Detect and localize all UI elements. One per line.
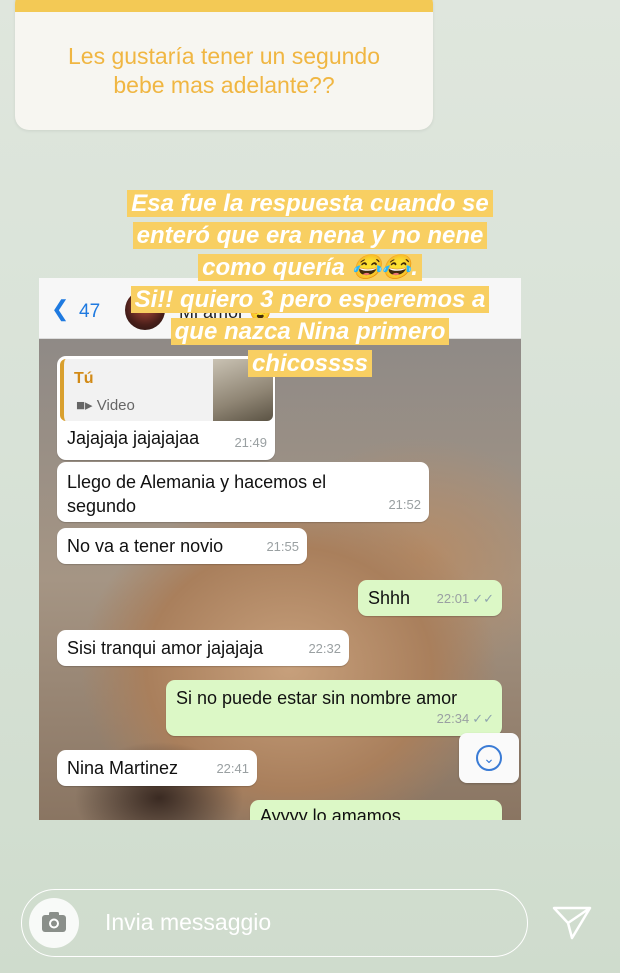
- message-bubble-5: Sisi tranqui amor jajajaja 22:32: [57, 630, 349, 666]
- chevron-left-icon: ❮: [51, 296, 70, 321]
- quote-type-label: Video: [96, 397, 135, 414]
- message-bubble-2: Llego de Alemania y hacemos el segundo 2…: [57, 462, 429, 522]
- message-text: Sisi tranqui amor jajajaja: [67, 638, 264, 658]
- message-text: Jajajaja jajajajaa: [67, 428, 200, 448]
- send-icon: [552, 906, 592, 940]
- message-time-value: 22:34: [436, 711, 470, 726]
- message-bubble-8: Ayyyy lo amamos: [250, 800, 502, 820]
- camera-icon: [42, 912, 66, 932]
- message-time: 22:01 ✓✓: [437, 587, 494, 611]
- quote-type: ■▸ Video: [76, 394, 135, 418]
- message-bubble-1: Tú ■▸ Video Jajajaja jajajajaa 21:49: [57, 356, 275, 460]
- question-text: Les gustaría tener un segundo bebe mas a…: [15, 42, 433, 100]
- chat-header: ❮ 47 Mi amor 😍: [39, 278, 521, 339]
- question-line-2: bebe mas adelante??: [113, 72, 335, 98]
- contact-name: Mi amor 😍: [179, 302, 272, 322]
- quote-sender: Tú: [74, 370, 94, 387]
- message-text: Ayyyy lo amamos: [260, 806, 401, 820]
- send-button[interactable]: [552, 905, 592, 946]
- message-time: 22:41: [216, 761, 249, 776]
- message-text: Llego de Alemania y hacemos el segundo: [67, 472, 327, 516]
- chevron-down-circle-icon: ⌄: [476, 745, 502, 771]
- message-bubble-3: No va a tener novio 21:55: [57, 528, 307, 564]
- message-time: 21:55: [266, 539, 299, 554]
- caption-line: Esa fue la respuesta cuando se: [127, 190, 493, 217]
- avatar: [125, 290, 165, 330]
- message-bubble-6: Si no puede estar sin nombre amor 22:34 ✓…: [166, 680, 502, 736]
- caption-line: como quería 😂😂.: [198, 254, 422, 281]
- question-line-1: Les gustaría tener un segundo: [67, 43, 380, 69]
- question-sticker: Les gustaría tener un segundo bebe mas a…: [15, 0, 433, 130]
- message-bubble-4: Shhh 22:01 ✓✓: [358, 580, 502, 616]
- chat-screenshot: ❮ 47 Mi amor 😍 Tú ■▸ Video Jajajaja jaja…: [39, 278, 521, 820]
- message-input[interactable]: Invia messaggio: [105, 909, 271, 936]
- reply-bar[interactable]: Invia messaggio: [21, 889, 528, 957]
- message-time: 22:32: [308, 641, 341, 656]
- camera-button[interactable]: [29, 898, 79, 948]
- scroll-down-button[interactable]: ⌄: [459, 733, 519, 783]
- message-text: No va a tener novio: [67, 536, 224, 556]
- question-sticker-header: [15, 0, 433, 12]
- video-thumbnail: [213, 359, 273, 421]
- story-caption-2: enteró que era nena y no nene: [0, 220, 620, 252]
- story-caption-1: Esa fue la respuesta cuando se: [0, 188, 620, 220]
- message-bubble-7: Nina Martinez 22:41: [57, 750, 257, 786]
- caption-line: enteró que era nena y no nene: [132, 222, 488, 249]
- double-check-icon: ✓✓: [472, 591, 494, 606]
- message-time: 21:52: [388, 497, 421, 512]
- double-check-icon: ✓✓: [472, 711, 494, 726]
- video-icon: ■▸: [76, 397, 93, 414]
- quoted-message: Tú ■▸ Video: [60, 359, 273, 421]
- message-time-value: 22:01: [436, 591, 470, 606]
- back-count: 47: [79, 301, 101, 322]
- message-time: 21:49: [234, 435, 267, 450]
- message-time: 22:34 ✓✓: [437, 707, 494, 731]
